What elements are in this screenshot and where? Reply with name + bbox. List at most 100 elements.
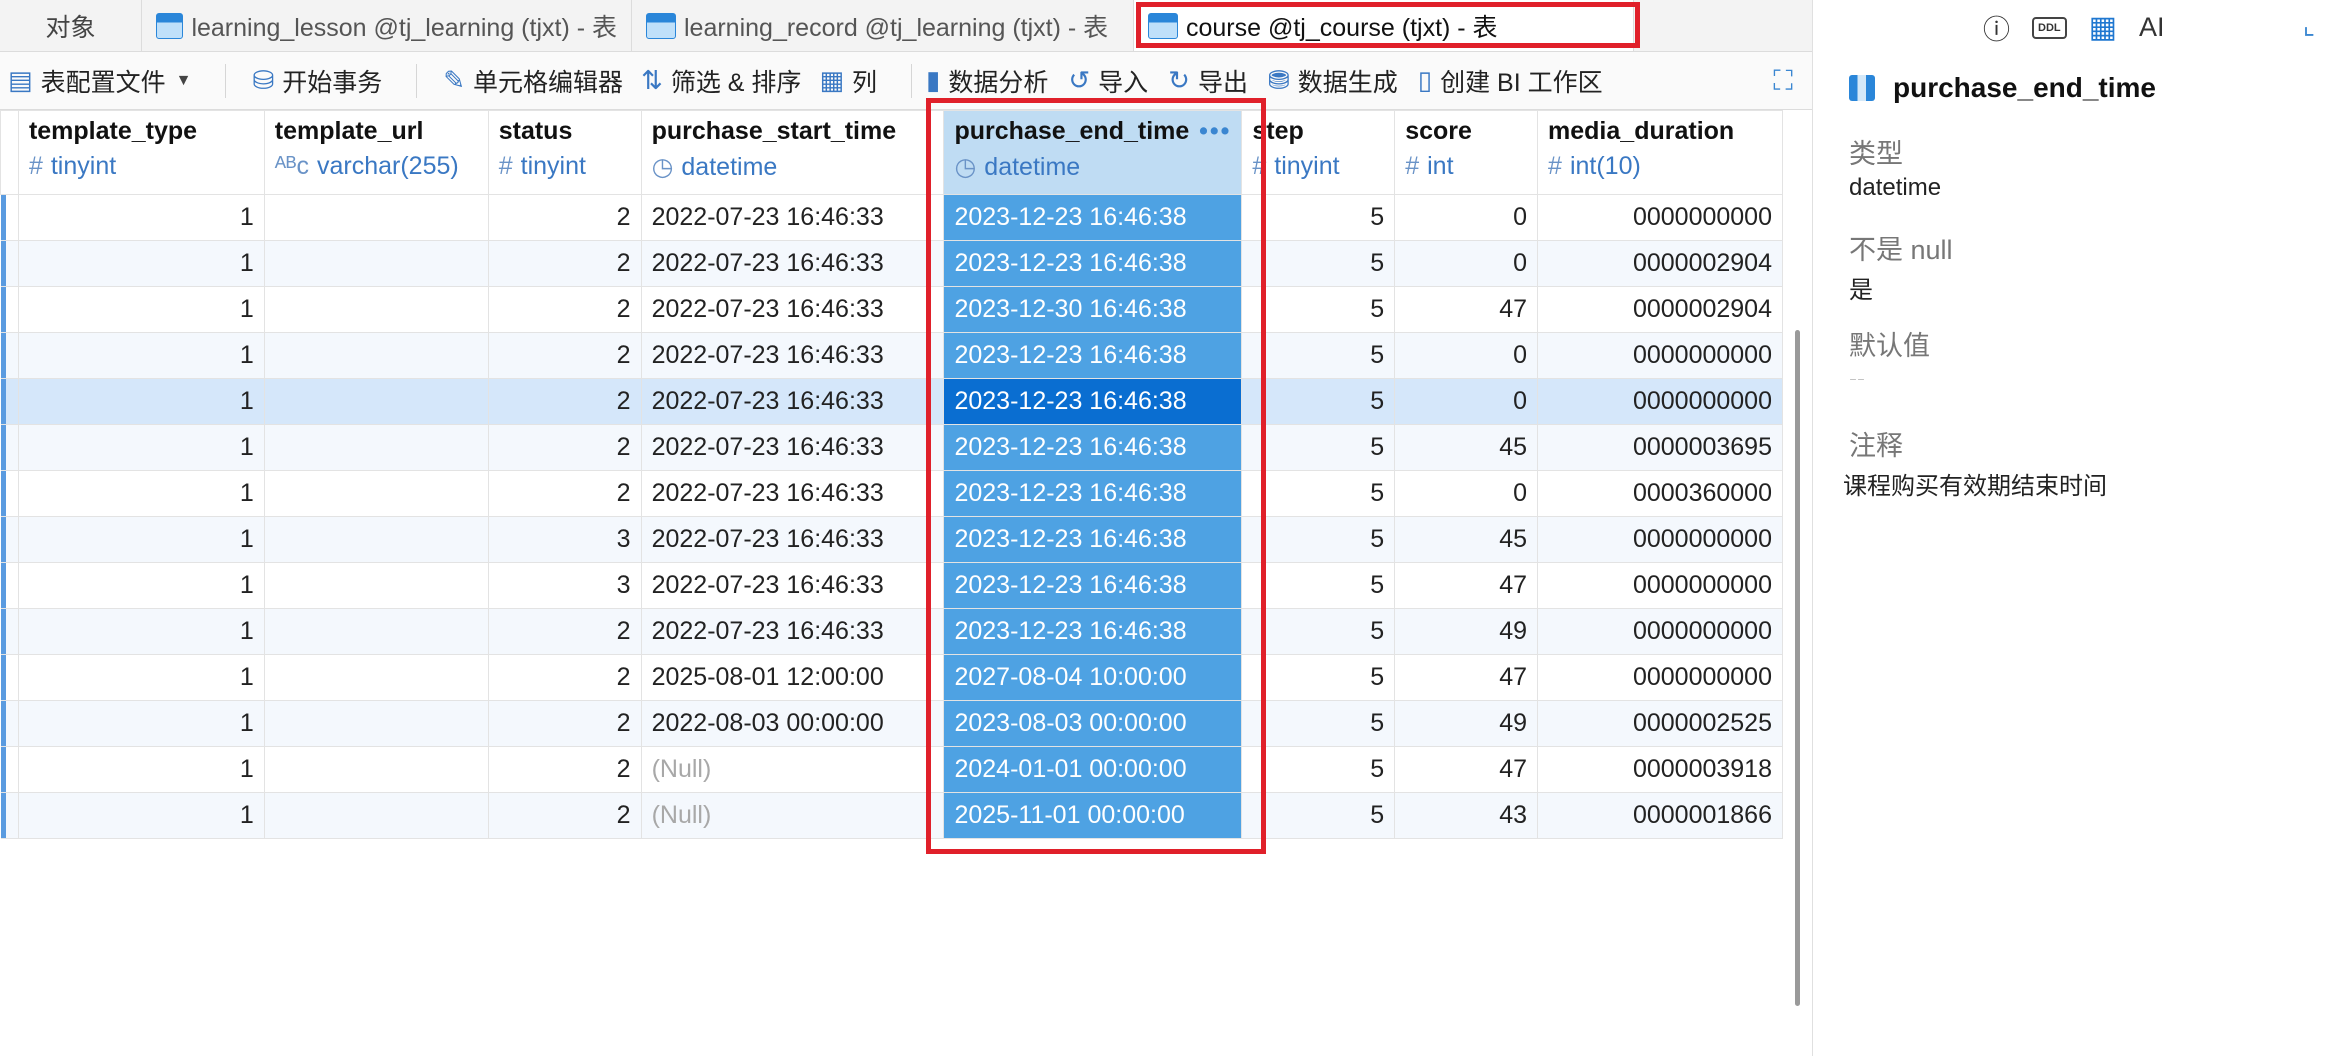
cell-template-url[interactable] xyxy=(263,700,489,747)
more-options-icon[interactable]: ••• xyxy=(1199,117,1231,146)
cell-purchase-start-time[interactable]: (Null) xyxy=(640,746,945,793)
cell-purchase-start-time[interactable]: 2022-07-23 16:46:33 xyxy=(640,240,945,287)
cell-status[interactable]: 2 xyxy=(487,470,642,517)
cell-purchase-start-time[interactable]: 2022-07-23 16:46:33 xyxy=(640,194,945,241)
cell-step[interactable]: 5 xyxy=(1241,700,1396,747)
cell-status[interactable]: 2 xyxy=(487,332,642,379)
cell-template-url[interactable] xyxy=(263,562,489,609)
begin-transaction-button[interactable]: ⛁ 开始事务 xyxy=(252,63,382,99)
cell-template-url[interactable] xyxy=(263,516,489,563)
cell-score[interactable]: 47 xyxy=(1394,562,1539,609)
cell-template-type[interactable]: 1 xyxy=(17,700,265,747)
cell-status[interactable]: 2 xyxy=(487,746,642,793)
cell-status[interactable]: 2 xyxy=(487,654,642,701)
cell-purchase-end-time[interactable]: 2024-01-01 00:00:00 xyxy=(943,746,1243,793)
row-marker[interactable] xyxy=(0,378,19,425)
cell-status[interactable]: 2 xyxy=(487,700,642,747)
cell-status[interactable]: 2 xyxy=(487,286,642,333)
cell-template-url[interactable] xyxy=(263,424,489,471)
column-header-score[interactable]: score # int xyxy=(1394,110,1539,195)
cell-template-type[interactable]: 1 xyxy=(17,240,265,287)
table-row[interactable]: 1 2 2022-07-23 16:46:33 2023-12-23 16:46:38… xyxy=(0,424,1783,471)
expand-icon[interactable]: ⌞ xyxy=(2303,10,2315,41)
row-marker[interactable] xyxy=(0,562,19,609)
column-header-status[interactable]: status # tinyint xyxy=(487,110,642,195)
cell-purchase-end-time[interactable]: 2023-12-23 16:46:38 xyxy=(943,608,1243,655)
cell-purchase-start-time[interactable]: 2022-07-23 16:46:33 xyxy=(640,332,945,379)
ddl-icon[interactable]: DDL xyxy=(2032,16,2067,39)
cell-purchase-end-time[interactable]: 2023-12-23 16:46:38 xyxy=(943,470,1243,517)
cell-template-type[interactable]: 1 xyxy=(17,424,265,471)
columns-button[interactable]: ▦ 列 xyxy=(819,63,877,99)
cell-template-type[interactable]: 1 xyxy=(17,562,265,609)
tab-objects[interactable]: 对象 xyxy=(0,0,142,51)
cell-template-url[interactable] xyxy=(263,608,489,655)
cell-media-duration[interactable]: 0000000000 xyxy=(1537,516,1783,563)
table-row[interactable]: 1 3 2022-07-23 16:46:33 2023-12-23 16:46:38… xyxy=(0,562,1783,609)
cell-status[interactable]: 2 xyxy=(487,194,642,241)
row-marker[interactable] xyxy=(0,332,19,379)
vertical-scrollbar[interactable] xyxy=(1795,330,1800,1006)
cell-purchase-end-time[interactable]: 2023-12-23 16:46:38 xyxy=(943,332,1243,379)
row-marker[interactable] xyxy=(0,286,19,333)
tab-learning-lesson[interactable]: learning_lesson @tj_learning (tjxt) - 表 xyxy=(142,0,632,51)
import-button[interactable]: ↺ 导入 xyxy=(1068,63,1148,99)
cell-media-duration[interactable]: 0000002525 xyxy=(1537,700,1783,747)
cell-template-type[interactable]: 1 xyxy=(17,654,265,701)
cell-score[interactable]: 0 xyxy=(1394,470,1539,517)
cell-media-duration[interactable]: 0000000000 xyxy=(1537,332,1783,379)
cell-template-url[interactable] xyxy=(263,332,489,379)
cell-template-url[interactable] xyxy=(263,746,489,793)
cell-purchase-start-time[interactable]: 2022-08-03 00:00:00 xyxy=(640,700,945,747)
cell-media-duration[interactable]: 0000000000 xyxy=(1537,194,1783,241)
cell-step[interactable]: 5 xyxy=(1241,194,1396,241)
cell-status[interactable]: 2 xyxy=(487,608,642,655)
cell-purchase-start-time[interactable]: (Null) xyxy=(640,792,945,839)
cell-step[interactable]: 5 xyxy=(1241,332,1396,379)
cell-step[interactable]: 5 xyxy=(1241,654,1396,701)
cell-template-url[interactable] xyxy=(263,378,489,425)
column-header-step[interactable]: step # tinyint xyxy=(1241,110,1396,195)
cell-purchase-end-time[interactable]: 2023-12-23 16:46:38 xyxy=(943,378,1243,425)
cell-step[interactable]: 5 xyxy=(1241,608,1396,655)
column-header-purchase-end-time[interactable]: purchase_end_time ••• ◷ datetime xyxy=(943,110,1243,195)
cell-template-type[interactable]: 1 xyxy=(17,332,265,379)
cell-step[interactable]: 5 xyxy=(1241,746,1396,793)
cell-template-url[interactable] xyxy=(263,654,489,701)
table-row[interactable]: 1 2 2022-07-23 16:46:33 2023-12-23 16:46:38… xyxy=(0,378,1783,425)
row-marker[interactable] xyxy=(0,424,19,471)
cell-score[interactable]: 45 xyxy=(1394,424,1539,471)
tab-course[interactable]: course @tj_course (tjxt) - 表 xyxy=(1134,0,1634,51)
cell-media-duration[interactable]: 0000002904 xyxy=(1537,240,1783,287)
cell-template-url[interactable] xyxy=(263,194,489,241)
cell-step[interactable]: 5 xyxy=(1241,516,1396,563)
cell-step[interactable]: 5 xyxy=(1241,562,1396,609)
row-marker[interactable] xyxy=(0,470,19,517)
expand-icon[interactable]: ⛶ xyxy=(1768,66,1798,96)
cell-score[interactable]: 47 xyxy=(1394,286,1539,333)
column-header-template-type[interactable]: template_type # tinyint xyxy=(17,110,265,195)
cell-template-url[interactable] xyxy=(263,286,489,333)
table-row[interactable]: 1 2 2022-07-23 16:46:33 2023-12-23 16:46:38… xyxy=(0,194,1783,241)
table-row[interactable]: 1 2 2025-08-01 12:00:00 2027-08-04 10:00:00… xyxy=(0,654,1783,701)
cell-template-type[interactable]: 1 xyxy=(17,516,265,563)
cell-purchase-end-time[interactable]: 2023-12-23 16:46:38 xyxy=(943,562,1243,609)
row-marker[interactable] xyxy=(0,792,19,839)
table-row[interactable]: 1 2 2022-08-03 00:00:00 2023-08-03 00:00:00… xyxy=(0,700,1783,747)
cell-media-duration[interactable]: 0000000000 xyxy=(1537,654,1783,701)
cell-purchase-end-time[interactable]: 2023-08-03 00:00:00 xyxy=(943,700,1243,747)
cell-media-duration[interactable]: 0000002904 xyxy=(1537,286,1783,333)
row-marker[interactable] xyxy=(0,516,19,563)
tab-learning-record[interactable]: learning_record @tj_learning (tjxt) - 表 xyxy=(632,0,1134,51)
cell-purchase-end-time[interactable]: 2023-12-23 16:46:38 xyxy=(943,516,1243,563)
cell-score[interactable]: 47 xyxy=(1394,654,1539,701)
cell-step[interactable]: 5 xyxy=(1241,286,1396,333)
cell-status[interactable]: 2 xyxy=(487,792,642,839)
cell-step[interactable]: 5 xyxy=(1241,470,1396,517)
cell-purchase-start-time[interactable]: 2022-07-23 16:46:33 xyxy=(640,378,945,425)
cell-score[interactable]: 0 xyxy=(1394,378,1539,425)
cell-purchase-end-time[interactable]: 2027-08-04 10:00:00 xyxy=(943,654,1243,701)
cell-template-type[interactable]: 1 xyxy=(17,378,265,425)
cell-score[interactable]: 0 xyxy=(1394,194,1539,241)
table-row[interactable]: 1 2 2022-07-23 16:46:33 2023-12-30 16:46:38… xyxy=(0,286,1783,333)
